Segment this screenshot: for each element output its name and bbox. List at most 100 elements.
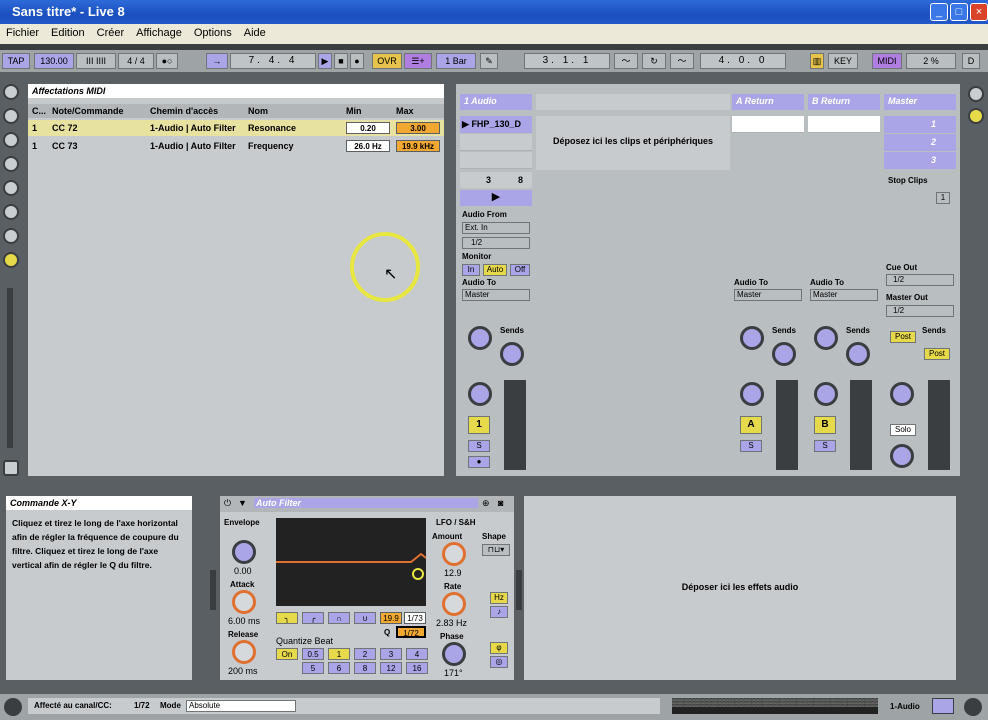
quantize-8[interactable]: 8 <box>354 662 376 674</box>
menu-fichier[interactable]: Fichier <box>0 24 45 39</box>
col-min[interactable]: Min <box>346 104 362 118</box>
monitor-off-button[interactable]: Off <box>510 264 530 276</box>
scrollbar[interactable] <box>7 288 13 448</box>
scene-2[interactable]: 2 <box>884 134 956 151</box>
tempo-field[interactable]: 130.00 <box>34 53 74 69</box>
close-button[interactable]: × <box>970 3 988 21</box>
nudge-buttons[interactable]: III IIII <box>76 53 116 69</box>
return-a-meter[interactable] <box>776 380 798 470</box>
stop-clips-button[interactable]: Stop Clips <box>888 176 928 185</box>
maximize-button[interactable]: □ <box>950 3 968 21</box>
menu-affichage[interactable]: Affichage <box>130 24 188 39</box>
minimize-button[interactable]: _ <box>930 3 948 21</box>
quantize-0-5[interactable]: 0.5 <box>302 648 324 660</box>
return-a-solo[interactable]: S <box>740 440 762 452</box>
audio-to-select[interactable]: Master <box>462 289 530 301</box>
post-button-b[interactable]: Post <box>924 348 950 360</box>
master-pan-knob[interactable] <box>890 382 914 406</box>
monitor-auto-button[interactable]: Auto <box>483 264 507 276</box>
quantize-12[interactable]: 12 <box>380 662 402 674</box>
track-activator[interactable]: 1 <box>468 416 490 434</box>
return-b-solo[interactable]: S <box>814 440 836 452</box>
return-b-slot[interactable] <box>808 116 880 133</box>
draw-icon[interactable]: ☰+ <box>404 53 432 69</box>
play-clip-icon[interactable]: ▶ <box>462 119 469 129</box>
preset-icon[interactable]: ◙ <box>498 498 503 508</box>
clip-slot[interactable]: ▶ FHP_130_D <box>460 116 532 133</box>
return-a-send-a-knob[interactable] <box>740 326 764 350</box>
track-io-toggle[interactable]: 3 8 <box>460 172 532 188</box>
col-note[interactable]: Note/Commande <box>52 104 124 118</box>
col-name[interactable]: Nom <box>248 104 268 118</box>
post-button-a[interactable]: Post <box>890 331 916 343</box>
stop-all-icon[interactable]: ▶ <box>460 190 532 206</box>
solo-button[interactable]: S <box>468 440 490 452</box>
overview-strip[interactable]: ▒▒▒▒▒▒▒▒▒▒▒▒▒▒▒▒▒▒▒▒▒▒▒▒▒▒▒▒▒▒▒▒▒▒▒▒▒ <box>672 698 878 714</box>
amount-knob[interactable] <box>442 542 466 566</box>
cue-volume-knob[interactable] <box>890 444 914 468</box>
return-b-meter[interactable] <box>850 380 872 470</box>
clip-slot-empty[interactable] <box>460 152 532 169</box>
browser-toggle-icon[interactable] <box>3 84 19 100</box>
loop-icon[interactable]: ↻ <box>642 53 666 69</box>
mode-select[interactable]: Absolute <box>186 700 296 712</box>
spin-icon[interactable]: ◎ <box>490 656 508 668</box>
plugin-browser-icon[interactable] <box>3 132 19 148</box>
folder3-icon[interactable] <box>3 204 19 220</box>
return-a-slot[interactable] <box>732 116 804 133</box>
table-row[interactable]: 1 CC 72 1-Audio | Auto Filter Resonance … <box>28 120 444 136</box>
key-button[interactable]: KEY <box>828 53 858 69</box>
volume-meter[interactable] <box>504 380 526 470</box>
phase-icon[interactable]: φ <box>490 642 508 654</box>
input-channel-select[interactable]: 1/2 <box>462 237 530 249</box>
return-a-header[interactable]: A Return <box>732 94 804 110</box>
return-a-audio-to-select[interactable]: Master <box>734 289 802 301</box>
attack-knob[interactable] <box>232 590 256 614</box>
scene-num-field[interactable]: 1 <box>936 192 950 204</box>
menu-edition[interactable]: Edition <box>45 24 91 39</box>
loop-length[interactable]: 4. 0. 0 <box>700 53 786 69</box>
filter-xy-display[interactable] <box>276 518 427 606</box>
midi-button[interactable]: MIDI <box>872 53 902 69</box>
note-sync-icon[interactable]: ♪ <box>490 606 508 618</box>
bandpass-icon[interactable]: ∩ <box>328 612 350 624</box>
status-left-icon[interactable] <box>4 698 22 716</box>
quantize-4[interactable]: 4 <box>406 648 428 660</box>
metronome-icon[interactable]: ●○ <box>156 53 178 69</box>
envelope-knob[interactable] <box>232 540 256 564</box>
drop-effects-area[interactable]: Déposer ici les effets audio <box>524 496 956 680</box>
time-signature[interactable]: 4 / 4 <box>118 53 154 69</box>
drop-clips-area[interactable]: Déposez ici les clips et périphériques <box>536 116 730 170</box>
quantize-3[interactable]: 3 <box>380 648 402 660</box>
follow-icon[interactable]: → <box>206 53 228 69</box>
quantize-dropdown[interactable]: 1 Bar <box>436 53 476 69</box>
device-left-handle[interactable] <box>210 570 216 610</box>
lowpass-icon[interactable]: ╮ <box>276 612 298 624</box>
rate-knob[interactable] <box>442 592 466 616</box>
master-header[interactable]: Master <box>884 94 956 110</box>
col-path[interactable]: Chemin d'accès <box>150 104 218 118</box>
menu-options[interactable]: Options <box>188 24 238 39</box>
record-icon[interactable]: ● <box>350 53 364 69</box>
arrangement-view-icon[interactable] <box>968 108 984 124</box>
track-1-header[interactable]: 1 Audio <box>460 94 532 110</box>
max-field[interactable]: 3.00 <box>396 122 440 134</box>
notch-icon[interactable]: ∪ <box>354 612 376 624</box>
highpass-icon[interactable]: ╭ <box>302 612 324 624</box>
track-view-icon[interactable] <box>932 698 954 714</box>
device-power-icon[interactable]: ⏻ <box>224 498 231 509</box>
song-position[interactable]: 7. 4. 4 <box>230 53 316 69</box>
punch-in-icon[interactable]: 〜 <box>614 53 638 69</box>
cue-out-select[interactable]: 1/2 <box>886 274 954 286</box>
pencil-icon[interactable]: ✎ <box>480 53 498 69</box>
send-a-knob[interactable] <box>468 326 492 350</box>
pan-knob[interactable] <box>468 382 492 406</box>
device-fold-icon[interactable]: ▼ <box>238 498 247 508</box>
monitor-in-button[interactable]: In <box>462 264 480 276</box>
save-preset-icon[interactable]: ⊕ <box>482 498 490 509</box>
return-b-send-b-knob[interactable] <box>846 342 870 366</box>
session-view-icon[interactable] <box>968 86 984 102</box>
return-b-audio-to-select[interactable]: Master <box>810 289 878 301</box>
phase-knob[interactable] <box>442 642 466 666</box>
quantize-5[interactable]: 5 <box>302 662 324 674</box>
